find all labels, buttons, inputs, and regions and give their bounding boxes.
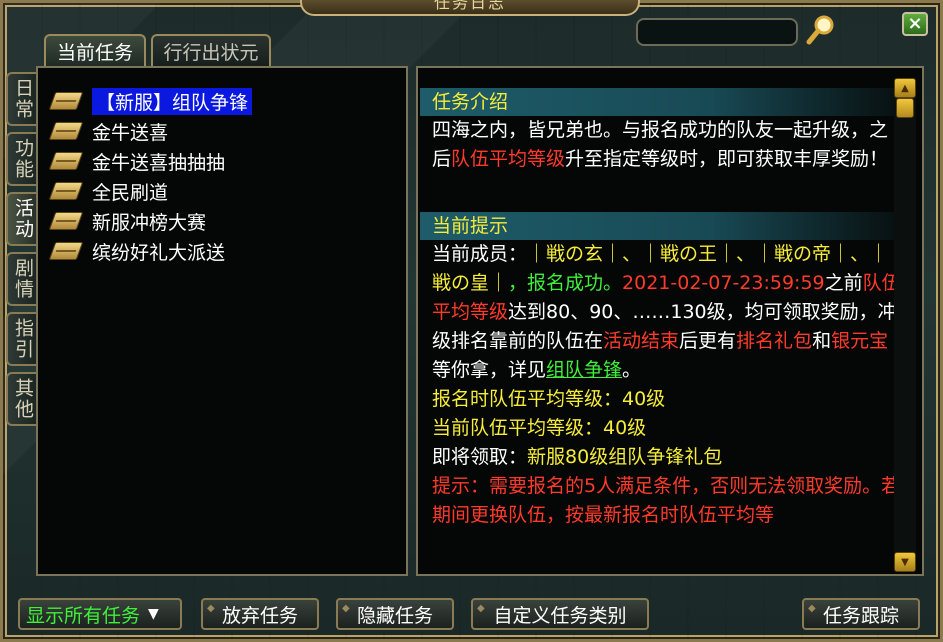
tips-text: 当前成员：｜戦の玄｜、｜戦の王｜、｜戦の帝｜、｜戦の皇｜，报名成功。2021-0… xyxy=(432,243,901,381)
side-tab-event[interactable]: 活动 xyxy=(6,192,38,246)
side-tab-function[interactable]: 功能 xyxy=(6,132,38,186)
show-all-tasks-dropdown[interactable]: 显示所有任务 ▼ xyxy=(18,598,182,630)
corner-ornament-icon: ◆ xyxy=(477,603,485,614)
corner-ornament-icon: ◆ xyxy=(207,603,215,614)
task-list-item[interactable]: 全民刷道 xyxy=(48,176,406,206)
window-title: 任务日志 xyxy=(300,0,640,16)
category-side-tabs: 日常 功能 活动 剧情 指引 其他 xyxy=(6,72,38,432)
chevron-down-icon: ▼ xyxy=(148,606,159,622)
task-label: 缤纷好礼大派送 xyxy=(92,241,226,264)
corner-ornament-icon: ◆ xyxy=(808,603,816,614)
track-task-button[interactable]: ◆ 任务跟踪 xyxy=(802,598,920,630)
scroll-icon xyxy=(48,92,84,110)
tab-career[interactable]: 行行出状元 xyxy=(151,34,271,66)
corner-ornament-icon: ◆ xyxy=(342,603,350,614)
task-label: 金牛送喜 xyxy=(92,121,169,144)
task-list-item[interactable]: 缤纷好礼大派送 xyxy=(48,236,406,266)
scroll-track[interactable] xyxy=(894,98,916,552)
receive-text: 即将领取：新服80级组队争锋礼包 xyxy=(432,446,723,468)
task-detail-content: 任务介绍 四海之内，皆兄弟也。与报名成功的队友一起升级，之后队伍平均等级升至指定… xyxy=(420,88,902,530)
warning-text: 提示：需要报名的5人满足条件，否则无法领取奖励。若期间更换队伍，按最新报名时队伍… xyxy=(432,475,901,526)
search-input[interactable] xyxy=(636,18,798,46)
track-task-label: 任务跟踪 xyxy=(822,604,899,627)
hide-task-label: 隐藏任务 xyxy=(356,604,433,627)
task-detail-panel: 任务介绍 四海之内，皆兄弟也。与报名成功的队友一起升级，之后队伍平均等级升至指定… xyxy=(416,66,924,576)
current-level-text: 当前队伍平均等级：40级 xyxy=(432,417,647,439)
close-icon[interactable]: × xyxy=(902,12,928,36)
task-list-panel: 【新服】组队争锋 金牛送喜 金牛送喜抽抽抽 全民刷道 新服冲榜大赛 缤纷好礼大派… xyxy=(36,66,408,576)
scroll-icon xyxy=(48,182,84,200)
custom-category-button[interactable]: ◆ 自定义任务类别 xyxy=(471,598,649,630)
task-label: 【新服】组队争锋 xyxy=(92,87,253,115)
scroll-down-icon[interactable]: ▼ xyxy=(894,552,916,572)
task-label: 新服冲榜大赛 xyxy=(92,211,207,234)
task-list-item[interactable]: 金牛送喜 xyxy=(48,116,406,146)
detail-scrollbar[interactable]: ▲ ▼ xyxy=(894,78,916,572)
scroll-icon xyxy=(48,152,84,170)
task-label: 金牛送喜抽抽抽 xyxy=(92,151,226,174)
tab-current-tasks[interactable]: 当前任务 xyxy=(44,34,146,66)
intro-header: 任务介绍 xyxy=(420,88,902,116)
hide-task-button[interactable]: ◆ 隐藏任务 xyxy=(336,598,454,630)
task-label: 全民刷道 xyxy=(92,181,169,204)
side-tab-other[interactable]: 其他 xyxy=(6,372,38,426)
magnifier-icon[interactable] xyxy=(806,14,836,46)
abandon-task-button[interactable]: ◆ 放弃任务 xyxy=(201,598,319,630)
scroll-up-icon[interactable]: ▲ xyxy=(894,78,916,98)
abandon-task-label: 放弃任务 xyxy=(221,604,298,627)
scroll-icon xyxy=(48,212,84,230)
custom-category-label: 自定义任务类别 xyxy=(493,604,627,627)
side-tab-guide[interactable]: 指引 xyxy=(6,312,38,366)
scroll-icon xyxy=(48,122,84,140)
task-list-item[interactable]: 金牛送喜抽抽抽 xyxy=(48,146,406,176)
side-tab-daily[interactable]: 日常 xyxy=(6,72,38,126)
tips-header: 当前提示 xyxy=(420,212,902,240)
scroll-icon xyxy=(48,242,84,260)
intro-text: 四海之内，皆兄弟也。与报名成功的队友一起升级，之后队伍平均等级升至指定等级时，即… xyxy=(432,119,889,170)
filter-label: 显示所有任务 xyxy=(26,604,141,627)
task-list: 【新服】组队争锋 金牛送喜 金牛送喜抽抽抽 全民刷道 新服冲榜大赛 缤纷好礼大派… xyxy=(38,68,406,266)
task-list-item[interactable]: 新服冲榜大赛 xyxy=(48,206,406,236)
signup-level-text: 报名时队伍平均等级：40级 xyxy=(432,388,666,410)
side-tab-story[interactable]: 剧情 xyxy=(6,252,38,306)
task-link[interactable]: 组队争锋 xyxy=(546,359,622,381)
task-list-item[interactable]: 【新服】组队争锋 xyxy=(48,86,406,116)
scroll-thumb[interactable] xyxy=(896,98,914,118)
